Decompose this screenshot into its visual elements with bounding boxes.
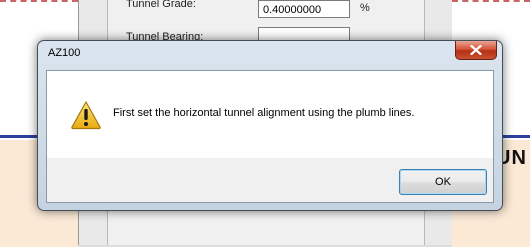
close-icon (470, 45, 482, 55)
dialog-client-area: First set the horizontal tunnel alignmen… (46, 70, 494, 203)
tunnel-grade-label: Tunnel Grade: (126, 0, 196, 10)
message-box: AZ100 First set the horizontal tunnel al… (37, 40, 503, 211)
dialog-title: AZ100 (48, 47, 81, 59)
dialog-message: First set the horizontal tunnel alignmen… (113, 107, 415, 119)
tunnel-grade-field[interactable]: 0.40000000 (258, 0, 350, 18)
ok-button[interactable]: OK (399, 169, 487, 195)
warning-icon (71, 101, 101, 130)
close-button[interactable] (455, 41, 497, 60)
tunnel-grade-unit: % (360, 2, 370, 14)
